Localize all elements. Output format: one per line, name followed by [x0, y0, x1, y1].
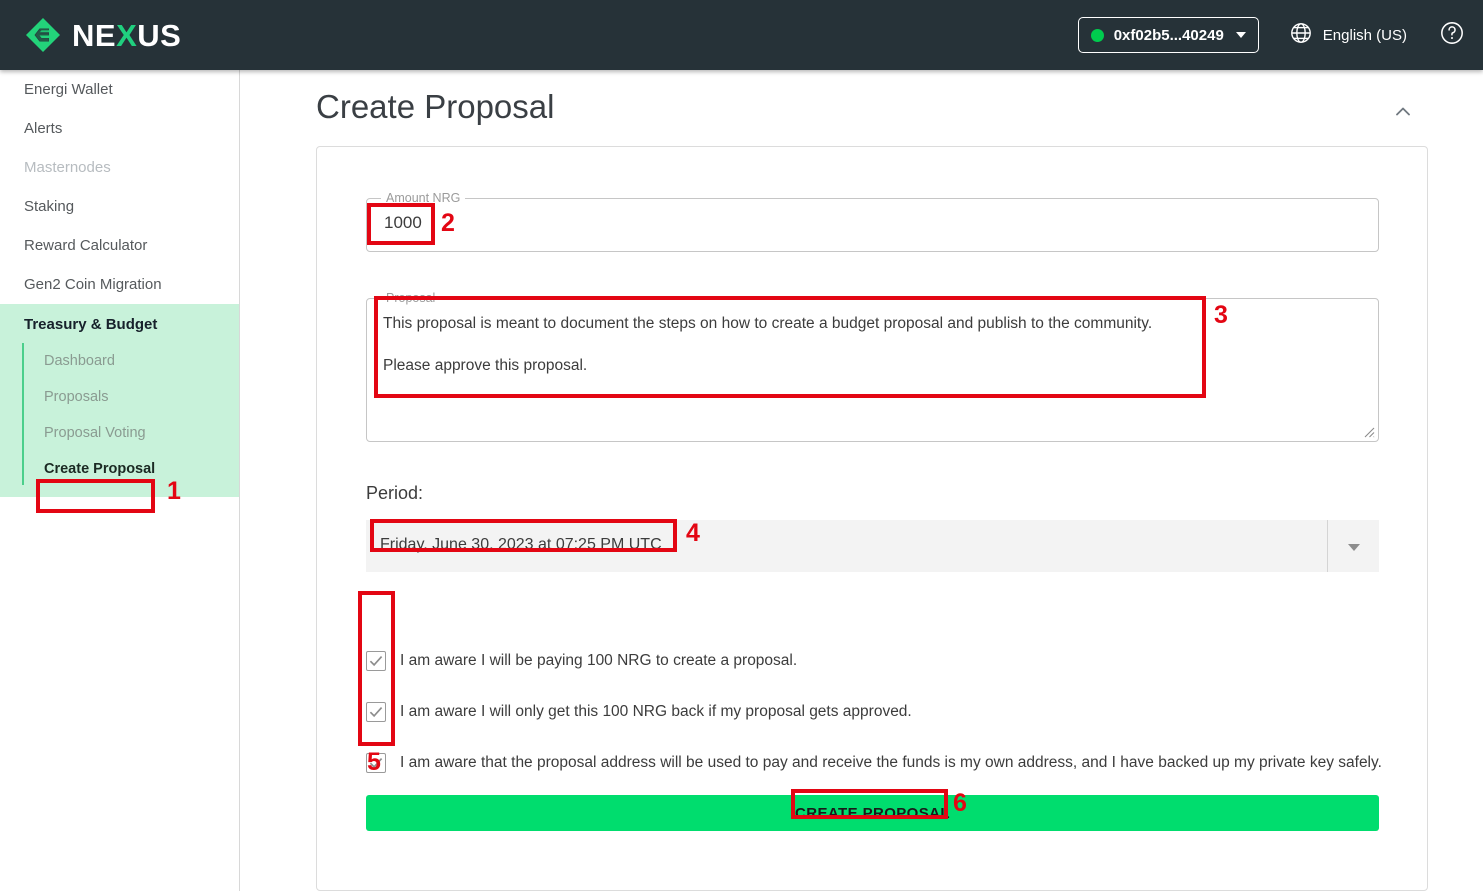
sidebar-active-rail [22, 343, 24, 485]
logo-text-part2: US [137, 17, 182, 53]
top-header: NE X US 0xf02b5...40249 English (US) [0, 0, 1483, 70]
sidebar-item-label: Alerts [24, 120, 63, 137]
sidebar-group-title[interactable]: Treasury & Budget [0, 306, 239, 343]
sidebar-item-label: Masternodes [24, 159, 111, 176]
main-content: Create Proposal Amount NRG 1000 Proposal… [240, 70, 1483, 891]
period-divider [1327, 520, 1328, 572]
sidebar-item-create-proposal[interactable]: Create Proposal [0, 451, 239, 487]
sidebar-item-alerts[interactable]: Alerts [0, 109, 239, 148]
language-selector[interactable]: English (US) [1289, 21, 1407, 50]
create-proposal-form-card: Amount NRG 1000 Proposal This proposal i… [316, 146, 1428, 891]
checkbox-label: I am aware I will only get this 100 NRG … [400, 703, 912, 720]
amount-nrg-label: Amount NRG [381, 191, 466, 205]
checkbox-row-address-awareness[interactable]: I am aware that the proposal address wil… [366, 753, 1382, 773]
help-button[interactable] [1439, 20, 1465, 51]
header-right-group: 0xf02b5...40249 English (US) [1077, 17, 1465, 53]
sidebar-subitem-label: Create Proposal [44, 461, 156, 477]
page-title: Create Proposal [316, 88, 555, 125]
proposal-textarea-value: This proposal is meant to document the s… [383, 315, 1153, 374]
checkbox-row-fee-awareness[interactable]: I am aware I will be paying 100 NRG to c… [366, 651, 797, 671]
language-label: English (US) [1322, 26, 1407, 44]
dropdown-caret-icon[interactable] [1348, 544, 1360, 551]
sidebar-item-label: Reward Calculator [24, 237, 148, 254]
resize-handle-icon[interactable] [1362, 425, 1375, 438]
sidebar-item-proposal-voting[interactable]: Proposal Voting [0, 415, 239, 451]
checkbox-checked-icon[interactable] [366, 651, 386, 671]
sidebar-item-label: Energi Wallet [24, 81, 113, 98]
nexus-diamond-logo-icon [24, 16, 62, 54]
sidebar-item-staking[interactable]: Staking [0, 187, 239, 226]
sidebar-group-treasury-budget: Treasury & Budget Dashboard Proposals Pr… [0, 304, 239, 497]
sidebar-item-label: Gen2 Coin Migration [24, 276, 162, 293]
period-select[interactable]: Friday, June 30, 2023 at 07:25 PM UTC [366, 520, 1379, 572]
sidebar-nav: Energi Wallet Alerts Masternodes Staking… [0, 70, 240, 891]
sidebar-item-reward-calculator[interactable]: Reward Calculator [0, 226, 239, 265]
collapse-panel-button[interactable] [1391, 100, 1415, 124]
checkbox-checked-icon[interactable] [366, 702, 386, 722]
sidebar-item-label: Staking [24, 198, 75, 215]
sidebar-item-masternodes[interactable]: Masternodes [0, 148, 239, 187]
logo-text-part1: NE [72, 17, 117, 53]
sidebar-item-dashboard[interactable]: Dashboard [0, 343, 239, 379]
chevron-up-icon [1391, 107, 1415, 128]
wallet-address-label: 0xf02b5...40249 [1113, 26, 1224, 44]
sidebar-subitem-label: Dashboard [44, 353, 115, 369]
help-circle-icon [1439, 20, 1465, 51]
sidebar-group-label: Treasury & Budget [24, 316, 158, 333]
wallet-address-chip[interactable]: 0xf02b5...40249 [1077, 17, 1259, 53]
brand-logo[interactable]: NE X US [24, 16, 181, 54]
status-online-dot-icon [1090, 28, 1104, 42]
brand-logo-text: NE X US [72, 20, 181, 51]
checkbox-checked-icon[interactable] [366, 753, 386, 773]
period-label: Period: [366, 483, 424, 503]
sidebar-sublist: Dashboard Proposals Proposal Voting Crea… [0, 343, 239, 487]
proposal-textarea[interactable]: Proposal This proposal is meant to docum… [366, 291, 1379, 442]
proposal-label: Proposal [381, 291, 441, 305]
sidebar-item-energi-wallet[interactable]: Energi Wallet [0, 70, 239, 109]
sidebar-subitem-label: Proposals [44, 389, 109, 405]
sidebar-subitem-label: Proposal Voting [44, 425, 146, 441]
sidebar-item-proposals[interactable]: Proposals [0, 379, 239, 415]
app-root: NE X US 0xf02b5...40249 English (US) Ene… [0, 0, 1483, 891]
chevron-down-icon [1235, 32, 1246, 38]
amount-nrg-value: 1000 [384, 213, 422, 232]
checkbox-row-refund-awareness[interactable]: I am aware I will only get this 100 NRG … [366, 702, 912, 722]
logo-text-x: X [116, 17, 138, 53]
amount-nrg-input[interactable]: Amount NRG 1000 [366, 191, 1379, 252]
sidebar-item-gen2-coin-migration[interactable]: Gen2 Coin Migration [0, 265, 239, 304]
globe-icon [1289, 21, 1313, 50]
create-proposal-button[interactable]: CREATE PROPOSAL [366, 795, 1379, 831]
checkbox-label: I am aware I will be paying 100 NRG to c… [400, 652, 798, 669]
checkbox-label: I am aware that the proposal address wil… [400, 754, 1382, 771]
period-selected-value: Friday, June 30, 2023 at 07:25 PM UTC [380, 536, 662, 553]
